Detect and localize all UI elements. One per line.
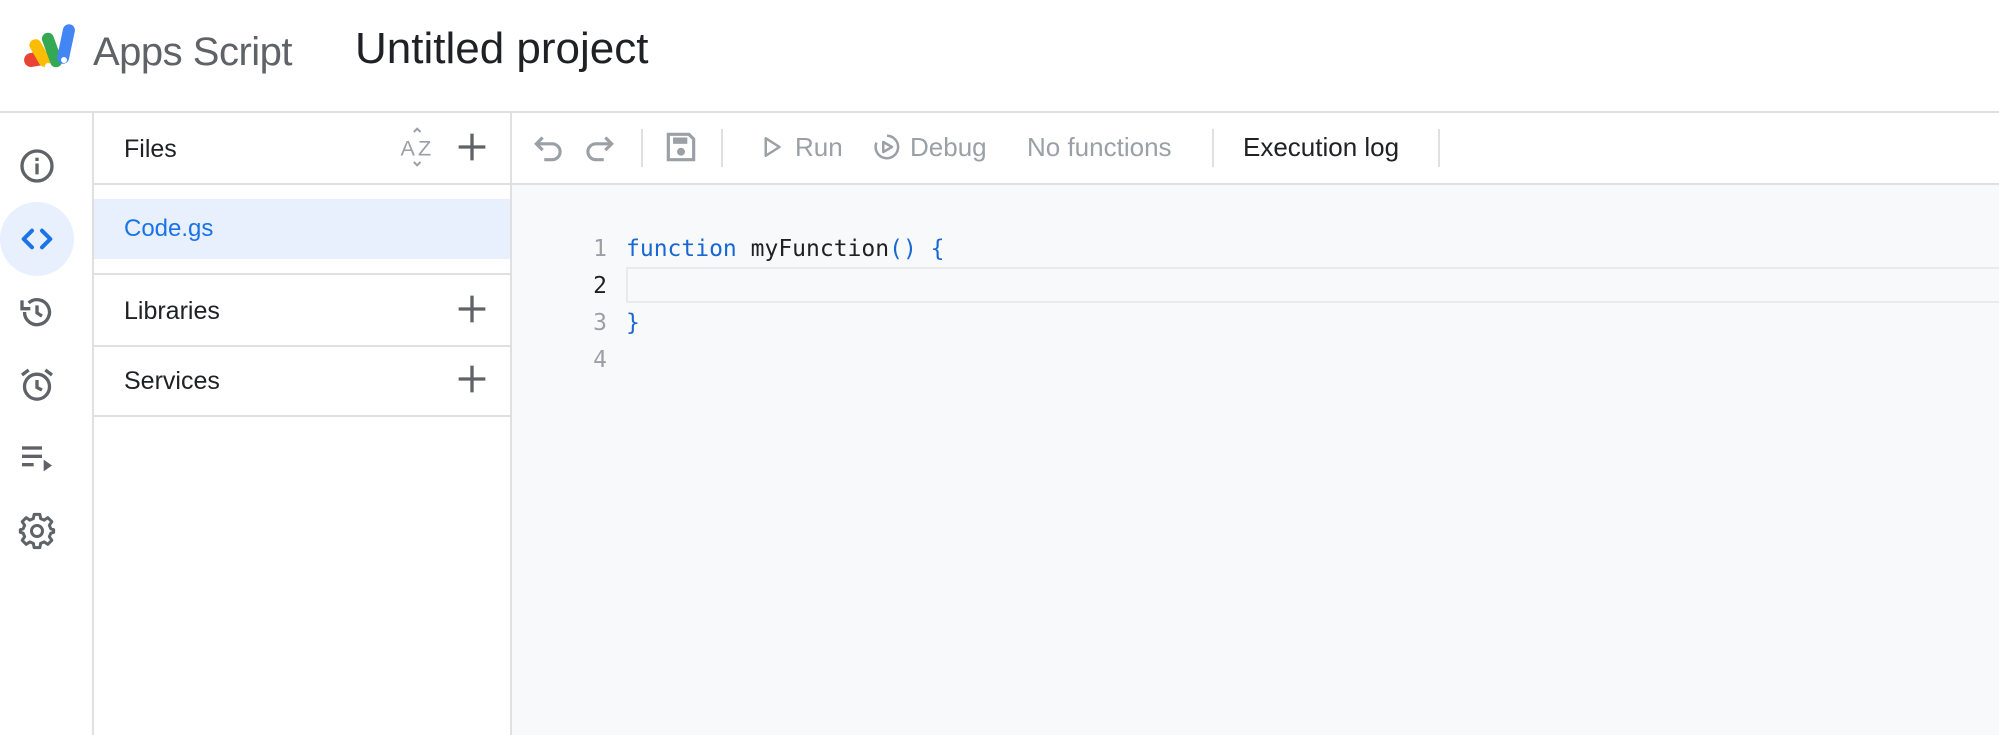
toolbar-divider bbox=[1212, 129, 1214, 167]
add-library-icon[interactable] bbox=[452, 289, 492, 329]
project-title[interactable]: Untitled project bbox=[355, 24, 648, 74]
apps-script-logo[interactable] bbox=[20, 22, 84, 76]
run-button[interactable]: Run bbox=[757, 127, 843, 167]
debug-button[interactable]: Debug bbox=[872, 127, 987, 167]
alarm-icon bbox=[21, 368, 54, 401]
history-icon bbox=[20, 298, 52, 327]
toolbar-divider bbox=[721, 129, 723, 167]
debug-icon bbox=[874, 134, 900, 160]
toolbar-divider bbox=[641, 129, 643, 167]
brace-token: { bbox=[916, 236, 945, 262]
nav-rail bbox=[0, 113, 94, 735]
keyword-token: function bbox=[626, 236, 737, 262]
file-item-code-gs[interactable]: Code.gs bbox=[94, 199, 510, 259]
project-history-button[interactable] bbox=[0, 275, 74, 349]
triggers-button[interactable] bbox=[0, 348, 74, 422]
file-name: Code.gs bbox=[124, 215, 214, 242]
function-select-value: No functions bbox=[1027, 131, 1172, 162]
toolbar-divider bbox=[1438, 129, 1440, 167]
executions-icon bbox=[22, 446, 52, 472]
app-name: Apps Script bbox=[93, 30, 293, 74]
app-header: Apps Script Untitled project bbox=[0, 0, 1999, 113]
code-line: } bbox=[626, 310, 640, 336]
libraries-label: Libraries bbox=[124, 297, 220, 325]
add-file-icon[interactable] bbox=[452, 127, 492, 167]
function-name-token: myFunction bbox=[736, 236, 890, 262]
code-icon bbox=[21, 228, 53, 250]
info-icon bbox=[20, 149, 54, 183]
line-number: 1 bbox=[593, 236, 607, 262]
files-label: Files bbox=[124, 135, 177, 163]
editor-button[interactable] bbox=[0, 202, 74, 276]
settings-button[interactable] bbox=[0, 494, 74, 568]
files-panel: Files A Z Code.gs Libraries Services bbox=[94, 113, 512, 735]
debug-label: Debug bbox=[910, 131, 987, 162]
line-number-gutter: 1 2 3 4 bbox=[512, 185, 607, 735]
run-label: Run bbox=[795, 131, 843, 162]
undo-icon[interactable] bbox=[530, 128, 568, 166]
executions-button[interactable] bbox=[0, 421, 74, 495]
execution-log-label: Execution log bbox=[1243, 131, 1400, 162]
line-number: 4 bbox=[593, 347, 607, 373]
gear-icon bbox=[18, 512, 56, 550]
execution-log-button[interactable]: Execution log bbox=[1243, 127, 1399, 167]
files-header: Files A Z bbox=[94, 113, 510, 185]
parens-token: () bbox=[889, 236, 917, 262]
services-label: Services bbox=[124, 367, 220, 395]
line-number: 3 bbox=[593, 310, 607, 336]
overview-button[interactable] bbox=[0, 129, 74, 203]
function-select[interactable]: No functions bbox=[1027, 127, 1172, 167]
sort-az-icon[interactable]: A Z bbox=[398, 127, 438, 167]
code-editor[interactable]: 1 2 3 4 function myFunction() { } bbox=[512, 185, 1999, 735]
add-service-icon[interactable] bbox=[452, 359, 492, 399]
play-icon bbox=[764, 137, 781, 157]
services-header: Services bbox=[94, 345, 510, 417]
libraries-header: Libraries bbox=[94, 273, 510, 347]
line-number-current: 2 bbox=[593, 273, 607, 299]
svg-text:Z: Z bbox=[418, 135, 431, 160]
current-line-highlight bbox=[626, 267, 1999, 303]
editor-toolbar: Run Debug No functions Execution log bbox=[512, 113, 1999, 185]
redo-icon[interactable] bbox=[580, 128, 618, 166]
svg-text:A: A bbox=[401, 135, 416, 160]
save-icon[interactable] bbox=[662, 128, 700, 166]
code-line: function myFunction() { bbox=[626, 236, 945, 262]
